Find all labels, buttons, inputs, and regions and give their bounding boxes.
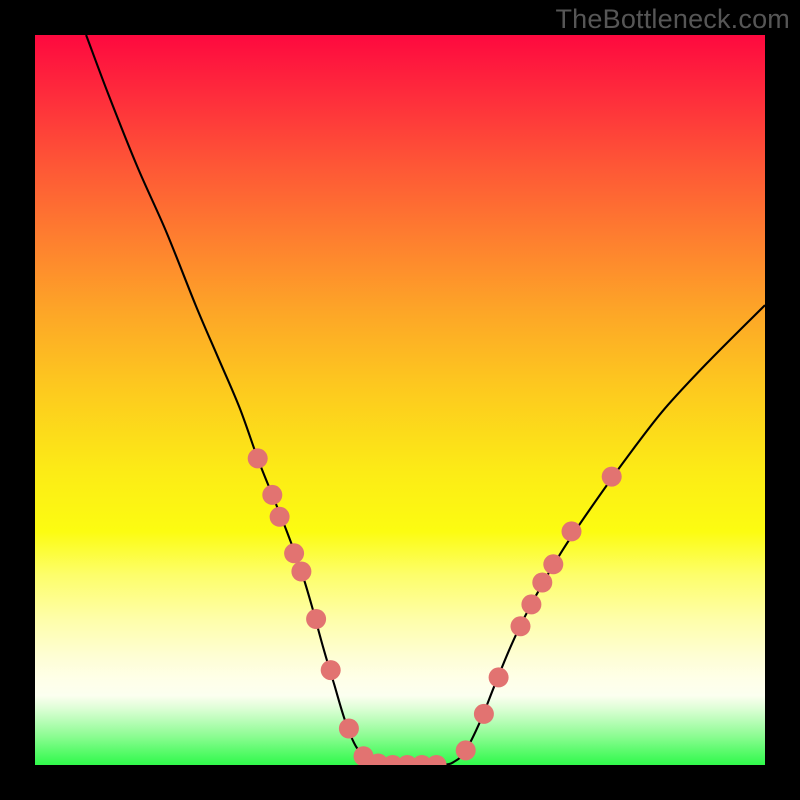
chart-container: TheBottleneck.com xyxy=(0,0,800,800)
data-marker xyxy=(284,543,304,563)
chart-svg xyxy=(35,35,765,765)
plot-area xyxy=(35,35,765,765)
data-marker xyxy=(511,616,531,636)
data-marker xyxy=(321,660,341,680)
data-marker xyxy=(456,740,476,760)
data-markers xyxy=(248,448,622,765)
data-marker xyxy=(489,667,509,687)
data-marker xyxy=(270,507,290,527)
data-marker xyxy=(532,573,552,593)
data-marker xyxy=(306,609,326,629)
data-marker xyxy=(562,521,582,541)
data-marker xyxy=(248,448,268,468)
data-marker xyxy=(291,562,311,582)
bottleneck-curve xyxy=(86,35,765,765)
data-marker xyxy=(427,755,447,765)
data-marker xyxy=(602,467,622,487)
data-marker xyxy=(262,485,282,505)
data-marker xyxy=(521,594,541,614)
data-marker xyxy=(474,704,494,724)
watermark-text: TheBottleneck.com xyxy=(555,4,790,35)
data-marker xyxy=(543,554,563,574)
data-marker xyxy=(339,719,359,739)
